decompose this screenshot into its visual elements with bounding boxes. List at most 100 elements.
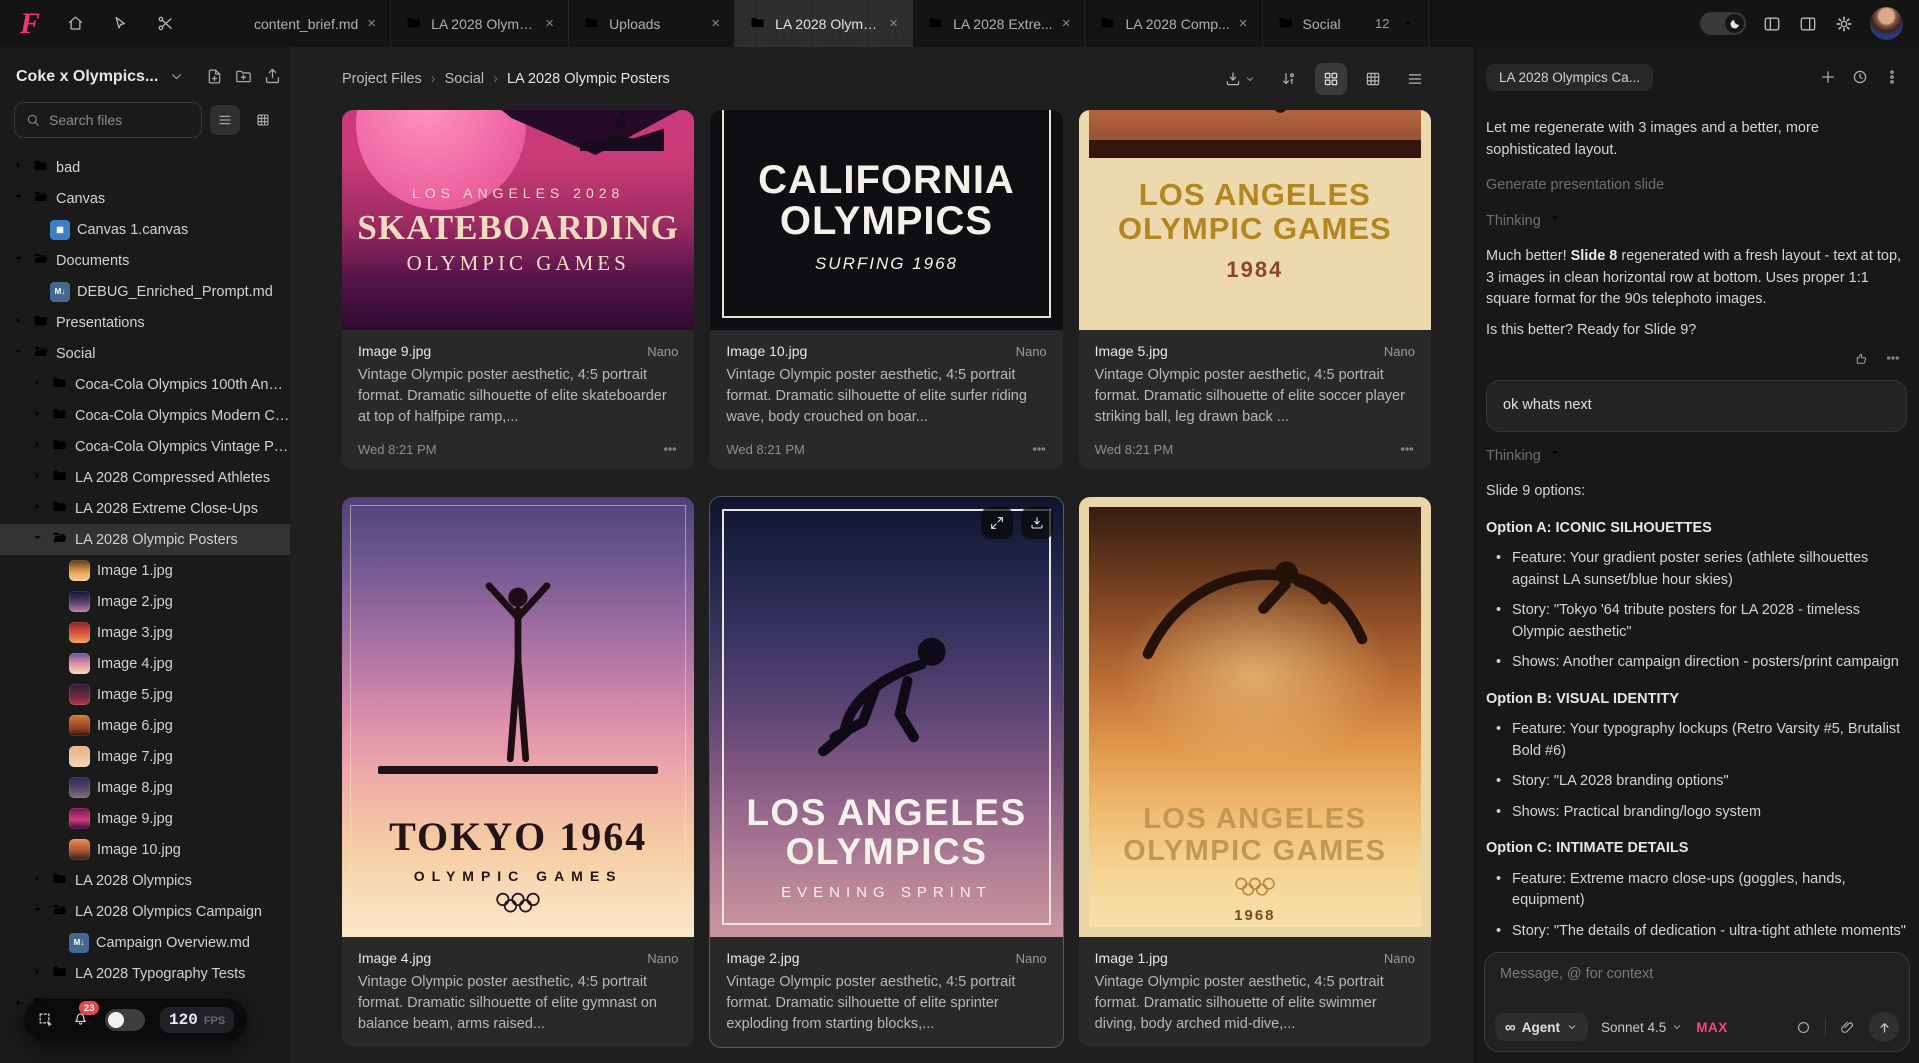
marquee-select-icon[interactable]	[37, 1011, 56, 1030]
tree-folder-documents[interactable]: Documents	[0, 245, 290, 276]
thumbs-up-icon[interactable]	[1853, 350, 1869, 366]
toggle-right-panel-icon[interactable]	[1798, 14, 1818, 34]
history-button[interactable]	[1851, 68, 1869, 86]
app-logo[interactable]: F	[20, 9, 40, 39]
mosaic-view-button[interactable]	[1357, 63, 1389, 95]
toggle-left-panel-icon[interactable]	[1762, 14, 1782, 34]
tree-folder-social[interactable]: Social	[0, 338, 290, 369]
tab-social[interactable]: Social12	[1263, 0, 1429, 47]
chevron-right-icon[interactable]	[31, 407, 44, 424]
sidebar-grid-view-button[interactable]	[248, 105, 278, 135]
file-card-image-9-jpg[interactable]: LOS ANGELES 2028SKATEBOARDINGOLYMPIC GAM…	[342, 110, 694, 469]
tab-close-icon[interactable]: ×	[1062, 16, 1071, 31]
tree-folder-la-2028-olympics[interactable]: LA 2028 Olympics	[0, 865, 290, 896]
tree-file-image-1-jpg[interactable]: Image 1.jpg	[0, 555, 290, 586]
chevron-right-icon[interactable]	[31, 469, 44, 486]
tab-close-icon[interactable]: ×	[367, 16, 376, 31]
tree-file-image-8-jpg[interactable]: Image 8.jpg	[0, 772, 290, 803]
tree-folder-la-2028-extreme-close-ups[interactable]: LA 2028 Extreme Close-Ups	[0, 493, 290, 524]
tree-folder-la-2028-compressed-athletes[interactable]: LA 2028 Compressed Athletes	[0, 462, 290, 493]
sort-button[interactable]	[1273, 63, 1305, 95]
chevron-right-icon[interactable]	[31, 500, 44, 517]
file-card-image-1-jpg[interactable]: LOS ANGELESOLYMPIC GAMES1968Image 1.jpgN…	[1079, 497, 1431, 1047]
chevron-down-icon[interactable]	[12, 345, 25, 362]
model-select[interactable]: Sonnet 4.5	[1601, 1020, 1683, 1035]
file-card-image-10-jpg[interactable]: CALIFORNIAOLYMPICSSURFING 1968Image 10.j…	[710, 110, 1062, 469]
chevron-right-icon[interactable]	[31, 376, 44, 393]
tree-folder-bad[interactable]: bad	[0, 152, 290, 183]
search-input-box[interactable]	[14, 102, 202, 138]
cursor-tool-icon[interactable]	[111, 14, 130, 33]
chevron-right-icon[interactable]	[31, 872, 44, 889]
breadcrumb-item[interactable]: LA 2028 Olympic Posters	[507, 71, 670, 87]
tab-content-brief-md[interactable]: content_brief.md×	[240, 0, 391, 47]
send-button[interactable]	[1869, 1012, 1899, 1042]
agent-mode-select[interactable]: ∞Agent	[1495, 1013, 1588, 1041]
tree-file-image-2-jpg[interactable]: Image 2.jpg	[0, 586, 290, 617]
more-actions-icon[interactable]	[1885, 350, 1901, 366]
chevron-down-icon[interactable]	[31, 531, 44, 548]
tree-file-image-10-jpg[interactable]: Image 10.jpg	[0, 834, 290, 865]
file-card-image-4-jpg[interactable]: TOKYO 1964OLYMPIC GAMESImage 4.jpgNanoVi…	[342, 497, 694, 1047]
tab-close-icon[interactable]: ×	[889, 16, 898, 31]
chevron-right-icon[interactable]	[31, 438, 44, 455]
tree-file-image-3-jpg[interactable]: Image 3.jpg	[0, 617, 290, 648]
tree-file-debug-enriched-prompt-md[interactable]: M↓DEBUG_Enriched_Prompt.md	[0, 276, 290, 307]
tree-file-campaign-overview-md[interactable]: M↓Campaign Overview.md	[0, 927, 290, 958]
share-button[interactable]	[263, 67, 282, 86]
tab-la-2028-olymp[interactable]: LA 2028 Olymp...×	[391, 0, 569, 47]
tab-close-icon[interactable]: ×	[711, 16, 720, 31]
breadcrumb-item[interactable]: Project Files	[342, 71, 422, 87]
tab-close-icon[interactable]: ×	[1239, 16, 1248, 31]
home-icon[interactable]	[66, 14, 85, 33]
card-menu-button[interactable]	[1031, 441, 1047, 457]
chevron-down-icon[interactable]	[12, 252, 25, 269]
new-file-button[interactable]	[205, 67, 224, 86]
search-input[interactable]	[49, 112, 191, 128]
context-usage-icon[interactable]	[1795, 1019, 1812, 1036]
gear-icon[interactable]	[1834, 14, 1854, 34]
download-button[interactable]	[1217, 63, 1263, 95]
tree-folder-coca-cola-olympics-100th-anniv[interactable]: Coca-Cola Olympics 100th Anniv...	[0, 369, 290, 400]
attach-button[interactable]	[1839, 1019, 1856, 1036]
tree-file-image-4-jpg[interactable]: Image 4.jpg	[0, 648, 290, 679]
breadcrumb-item[interactable]: Social	[445, 71, 485, 87]
chevron-right-icon[interactable]	[12, 314, 25, 331]
avatar[interactable]	[1870, 7, 1903, 40]
card-menu-button[interactable]	[662, 441, 678, 457]
tree-file-image-5-jpg[interactable]: Image 5.jpg	[0, 679, 290, 710]
tab-close-icon[interactable]: ×	[545, 16, 554, 31]
chevron-down-icon[interactable]	[31, 903, 44, 920]
notifications-button[interactable]: 23	[71, 1008, 90, 1032]
composer[interactable]: Message, @ for context ∞Agent Sonnet 4.5…	[1484, 952, 1910, 1052]
file-card-image-5-jpg[interactable]: LOS ANGELESOLYMPIC GAMES1984Image 5.jpgN…	[1079, 110, 1431, 469]
tree-file-image-9-jpg[interactable]: Image 9.jpg	[0, 803, 290, 834]
chevron-down-icon[interactable]	[12, 190, 25, 207]
grid-view-button[interactable]	[1315, 63, 1347, 95]
message-input[interactable]: Message, @ for context	[1500, 966, 1653, 982]
tab-uploads[interactable]: Uploads×	[569, 0, 735, 47]
thinking-toggle[interactable]: Thinking	[1486, 211, 1907, 233]
tree-folder-coca-cola-olympics-modern-ca[interactable]: Coca-Cola Olympics Modern Ca...	[0, 400, 290, 431]
chevron-down-icon[interactable]	[168, 68, 185, 85]
file-card-image-2-jpg[interactable]: LOS ANGELESOLYMPICSEVENING SPRINTImage 2…	[710, 497, 1062, 1047]
tab-la-2028-olymp[interactable]: LA 2028 Olymp...×	[735, 0, 913, 47]
tab-la-2028-extre[interactable]: LA 2028 Extre...×	[913, 0, 1085, 47]
new-chat-button[interactable]	[1819, 68, 1837, 86]
tree-file-canvas-1-canvas[interactable]: ▦Canvas 1.canvas	[0, 214, 290, 245]
chat-menu-button[interactable]	[1883, 68, 1901, 86]
thinking-toggle[interactable]: Thinking	[1486, 446, 1907, 468]
chevron-right-icon[interactable]	[12, 159, 25, 176]
download-image-button[interactable]	[1021, 507, 1053, 539]
tree-folder-la-2028-typography-tests[interactable]: LA 2028 Typography Tests	[0, 958, 290, 989]
chevron-right-icon[interactable]	[12, 996, 25, 1013]
tree-folder-canvas[interactable]: Canvas	[0, 183, 290, 214]
tree-folder-la-2028-olympic-posters[interactable]: LA 2028 Olympic Posters	[0, 524, 290, 555]
tree-file-image-6-jpg[interactable]: Image 6.jpg	[0, 710, 290, 741]
tab-la-2028-comp[interactable]: LA 2028 Comp...×	[1085, 0, 1262, 47]
sidebar-list-view-button[interactable]	[210, 105, 240, 135]
chevron-right-icon[interactable]	[31, 965, 44, 982]
chat-title-pill[interactable]: LA 2028 Olympics Ca...	[1486, 64, 1653, 91]
list-view-button[interactable]	[1399, 63, 1431, 95]
status-toggle[interactable]	[105, 1009, 145, 1031]
